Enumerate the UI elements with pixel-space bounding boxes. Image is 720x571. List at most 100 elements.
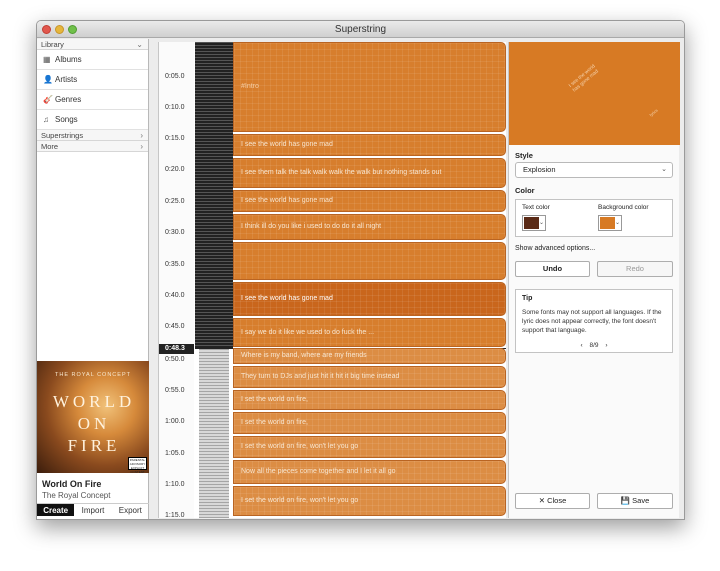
text-color-label: Text color — [522, 204, 550, 211]
lyric-block[interactable]: Where is my band, where are my friends — [233, 348, 506, 364]
chevron-down-icon: ⌄ — [614, 220, 620, 226]
background-color-label: Background color — [598, 204, 649, 211]
time-label: 0:35.0 — [165, 261, 185, 268]
waveform-played — [195, 42, 233, 349]
save-button-label: Save — [632, 496, 650, 505]
lyric-blocks: #Intro I see the world has gone mad I see … — [233, 42, 506, 518]
style-select[interactable]: Explosion ⌄ — [515, 162, 673, 178]
art-title-line: ON — [77, 414, 111, 433]
lyric-block[interactable]: #Intro — [233, 42, 506, 132]
lyric-block[interactable]: I set the world on fire, — [233, 412, 506, 434]
time-label: 0:25.0 — [165, 198, 185, 205]
background-color-swatch — [600, 217, 615, 229]
lyric-block[interactable]: I see the world has gone mad — [233, 190, 506, 212]
time-ruler: 0:05.0 0:10.0 0:15.0 0:20.0 0:25.0 0:30.0 0:35… — [159, 42, 194, 518]
person-icon: 👤 — [43, 75, 53, 84]
preview-lyric-text: I see the world has gone mad — [567, 63, 600, 94]
app-window: Superstring Library ⌄ ▦ Albums 👤 Artists 🎸… — [36, 20, 685, 520]
style-label: Style — [515, 151, 533, 160]
art-title-line: WORLD — [52, 392, 136, 411]
time-label: 1:00.0 — [165, 418, 185, 425]
lyric-block[interactable]: I set the world on fire, — [233, 390, 506, 410]
close-button-label: Close — [547, 496, 567, 505]
time-label: 0:30.0 — [165, 229, 185, 236]
tab-export[interactable]: Export — [112, 504, 149, 516]
lyric-block[interactable]: Now all the pieces come together and I l… — [233, 460, 506, 484]
time-label: 1:05.0 — [165, 450, 185, 457]
tab-import[interactable]: Import — [74, 504, 111, 516]
album-artwork: THE ROYAL CONCEPT WORLD ON FIRE PARENTAL… — [37, 361, 149, 473]
chevron-down-icon: ⌄ — [538, 220, 544, 226]
lyric-block[interactable]: I say we do it like we used to do fuck t… — [233, 318, 506, 347]
music-note-icon: ♫ — [43, 115, 49, 124]
background-color-picker[interactable]: ⌄ — [598, 215, 622, 231]
albums-icon: ▦ — [43, 55, 51, 64]
lyric-block[interactable]: I set the world on fire, won't let you g… — [233, 436, 506, 458]
sidebar-item-label: Genres — [55, 95, 82, 104]
text-color-picker[interactable]: ⌄ — [522, 215, 546, 231]
sidebar-item-albums[interactable]: ▦ Albums — [37, 50, 148, 70]
zoom-window-button[interactable] — [68, 25, 77, 34]
color-label: Color — [515, 186, 535, 195]
player-controls: 🔈 ↻ ◀◀ ❚❚ ▶▶ ✛ ✎ — [37, 518, 149, 519]
lyric-block[interactable]: I think ill do you like i used to do do … — [233, 214, 506, 240]
style-select-value: Explosion — [523, 165, 556, 174]
superstrings-label: Superstrings — [41, 131, 84, 140]
more-section-header[interactable]: More › — [37, 141, 148, 152]
style-panel: I see the world has gone mad lyrics Styl… — [508, 42, 680, 518]
window-title: Superstring — [334, 24, 387, 35]
save-button[interactable]: 💾 Save — [597, 493, 673, 509]
chevron-right-icon: › — [140, 142, 143, 151]
lyric-block[interactable]: They turn to DJs and just hit it hit it … — [233, 366, 506, 388]
superstrings-section-header[interactable]: Superstrings › — [37, 130, 148, 141]
tip-text: Some fonts may not support all languages… — [522, 309, 662, 334]
sidebar-item-label: Songs — [55, 115, 78, 124]
library-section-header[interactable]: Library ⌄ — [37, 39, 148, 50]
lyrics-timeline[interactable]: 0:05.0 0:10.0 0:15.0 0:20.0 0:25.0 0:30.0 0:35… — [158, 42, 506, 518]
time-label: 1:10.0 — [165, 481, 185, 488]
lyric-block[interactable]: I see the world has gone mad — [233, 282, 506, 316]
preview-small-text: lyrics — [648, 107, 659, 118]
advanced-options-link[interactable]: Show advanced options... — [515, 245, 595, 252]
time-label: 0:05.0 — [165, 73, 185, 80]
chevron-down-icon: ⌄ — [136, 40, 143, 49]
waveform[interactable] — [195, 42, 233, 518]
title-bar: Superstring — [37, 21, 684, 38]
sidebar-item-songs[interactable]: ♫ Songs — [37, 110, 148, 130]
save-icon: 💾 — [620, 496, 631, 505]
tab-create[interactable]: Create — [37, 504, 75, 516]
lyric-block[interactable]: I see the world has gone mad — [233, 134, 506, 156]
redo-button[interactable]: Redo — [597, 261, 673, 277]
chevron-down-icon: ⌄ — [661, 166, 667, 173]
art-title-text: WORLD ON FIRE — [40, 391, 148, 457]
text-color-swatch — [524, 217, 539, 229]
sidebar-item-artists[interactable]: 👤 Artists — [37, 70, 148, 90]
chevron-right-icon[interactable]: › — [605, 342, 607, 349]
tip-box: Tip Some fonts may not support all langu… — [515, 289, 673, 353]
time-label: 0:20.0 — [165, 166, 185, 173]
close-window-button[interactable] — [42, 25, 51, 34]
mode-tabs: Create Import Export — [37, 503, 149, 516]
lyric-block[interactable] — [233, 242, 506, 280]
time-label: 0:45.0 — [165, 323, 185, 330]
chevron-right-icon: › — [140, 131, 143, 140]
chevron-left-icon[interactable]: ‹ — [580, 342, 582, 349]
sidebar-item-label: Artists — [55, 75, 78, 84]
now-playing-artist: The Royal Concept — [42, 491, 111, 500]
time-label: 0:50.0 — [165, 356, 185, 363]
waveform-unplayed — [199, 349, 229, 518]
sidebar-item-genres[interactable]: 🎸 Genres — [37, 90, 148, 110]
art-artist-text: THE ROYAL CONCEPT — [55, 372, 131, 378]
lyric-block[interactable]: I see them talk the talk walk walk the w… — [233, 158, 506, 188]
close-button[interactable]: ✕ Close — [515, 493, 590, 509]
tip-title: Tip — [522, 295, 533, 302]
undo-button[interactable]: Undo — [515, 261, 590, 277]
art-title-line: FIRE — [67, 436, 121, 455]
lyric-block[interactable]: I set the world on fire, won't let you g… — [233, 486, 506, 516]
tip-page-number: 8/9 — [589, 342, 599, 349]
time-label: 0:10.0 — [165, 104, 185, 111]
minimize-window-button[interactable] — [55, 25, 64, 34]
playhead-time[interactable]: 0:48.3 — [159, 344, 194, 354]
guitar-icon: 🎸 — [43, 95, 53, 104]
now-playing-title: World On Fire — [42, 479, 102, 489]
